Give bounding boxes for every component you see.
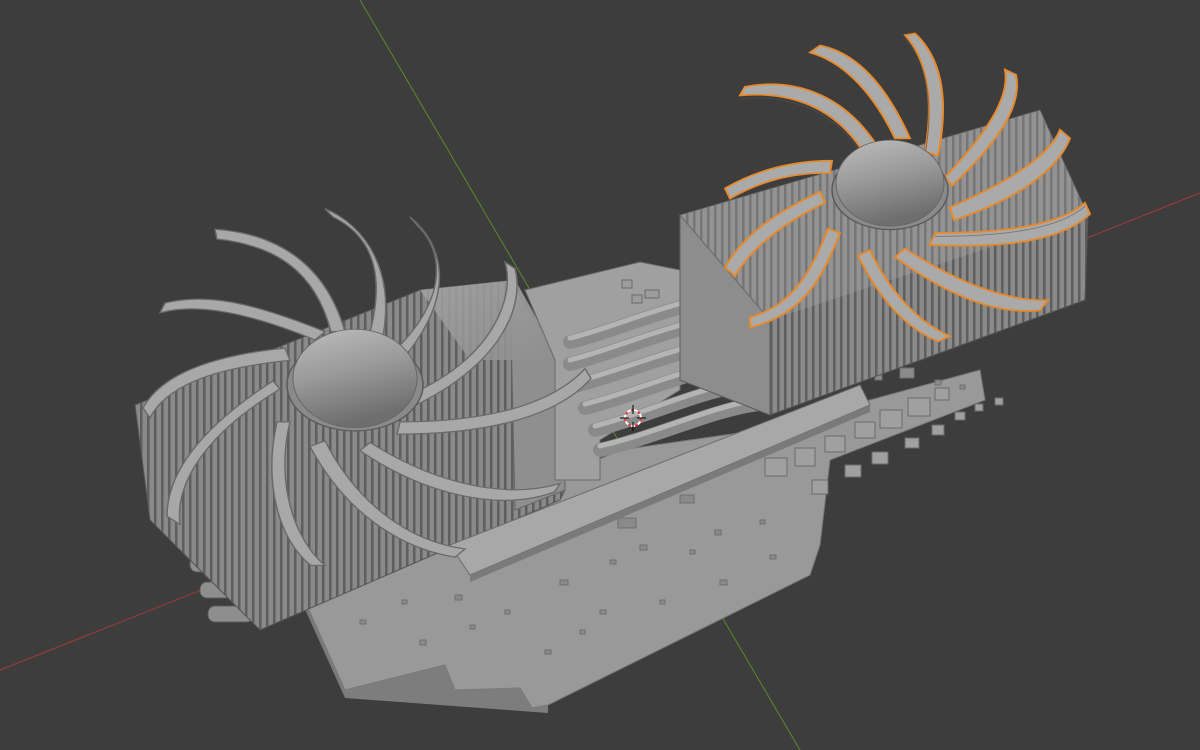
viewport-canvas[interactable] — [0, 0, 1200, 750]
3d-viewport[interactable] — [0, 0, 1200, 750]
